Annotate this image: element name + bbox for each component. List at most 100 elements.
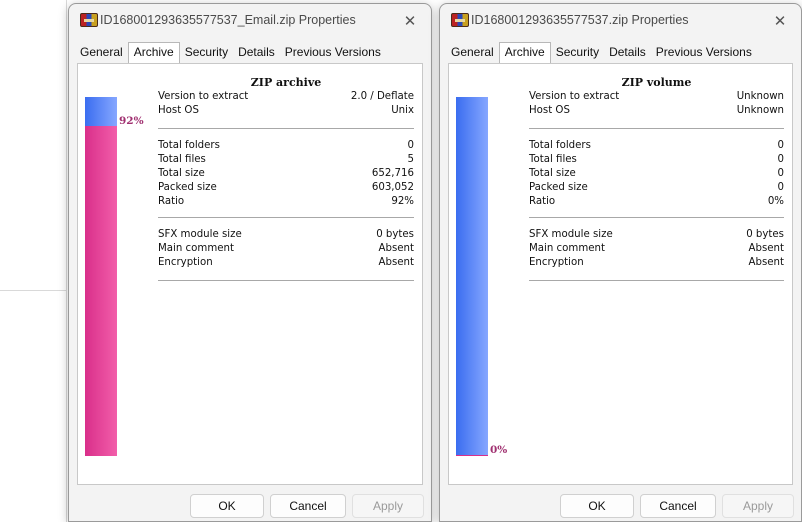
- row-value: Absent: [748, 257, 784, 268]
- row-value: 0%: [767, 196, 784, 207]
- info-row: SFX module size 0 bytes: [529, 228, 784, 242]
- info-row: SFX module size 0 bytes: [158, 228, 414, 242]
- row-value: 652,716: [371, 168, 414, 179]
- row-value: 0 bytes: [376, 229, 414, 240]
- desktop: { "dialogs": [ { "title": "ID16800129363…: [0, 0, 802, 522]
- row-label: Ratio: [158, 196, 185, 207]
- row-label: Total files: [158, 154, 206, 165]
- info-row: Packed size 603,052: [158, 181, 414, 195]
- tab-details[interactable]: Details: [604, 43, 651, 62]
- row-label: Host OS: [529, 105, 570, 116]
- row-value: 2.0 / Deflate: [350, 91, 414, 102]
- title-bar[interactable]: ID168001293635577537.zip Properties ✕: [440, 4, 801, 38]
- window-title: ID168001293635577537_Email.zip Propertie…: [100, 13, 356, 27]
- row-value: 0 bytes: [746, 229, 784, 240]
- title-bar[interactable]: ID168001293635577537_Email.zip Propertie…: [69, 4, 431, 38]
- tab-strip: General Archive Security Details Previou…: [75, 42, 425, 63]
- section-title: ZIP archive: [250, 76, 322, 89]
- separator: [158, 217, 414, 218]
- row-value: 603,052: [371, 182, 414, 193]
- cancel-button[interactable]: Cancel: [640, 494, 716, 518]
- archive-panel: 92% ZIP archive Version to extract 2.0 / …: [77, 63, 423, 485]
- row-label: Total size: [529, 168, 576, 179]
- info-row: Ratio 0%: [529, 195, 784, 209]
- row-label: Total folders: [529, 140, 591, 151]
- row-label: Packed size: [158, 182, 217, 193]
- tab-previous-versions[interactable]: Previous Versions: [280, 43, 386, 62]
- tab-previous-versions[interactable]: Previous Versions: [651, 43, 757, 62]
- row-label: Host OS: [158, 105, 199, 116]
- row-value: 5: [407, 154, 414, 165]
- tab-security[interactable]: Security: [551, 43, 604, 62]
- ratio-percent-label: 92%: [119, 115, 144, 127]
- row-value: 0: [777, 168, 784, 179]
- ratio-percent-label: 0%: [490, 444, 508, 456]
- separator: [529, 217, 784, 218]
- row-label: Version to extract: [529, 91, 620, 102]
- tab-archive[interactable]: Archive: [127, 42, 180, 63]
- row-value: Unknown: [736, 91, 784, 102]
- background-divider: [66, 0, 67, 522]
- info-row: Encryption Absent: [158, 256, 414, 270]
- apply-button[interactable]: Apply: [722, 494, 794, 518]
- row-label: Total size: [158, 168, 205, 179]
- tab-strip: General Archive Security Details Previou…: [446, 42, 795, 63]
- section-title: ZIP volume: [621, 76, 692, 89]
- separator: [529, 280, 784, 281]
- row-label: Packed size: [529, 182, 588, 193]
- separator: [529, 128, 784, 129]
- row-value: Unknown: [736, 105, 784, 116]
- compression-ratio-bar: [85, 97, 117, 456]
- row-value: 0: [777, 154, 784, 165]
- tab-general[interactable]: General: [75, 43, 128, 62]
- row-label: Encryption: [158, 257, 213, 268]
- info-row: Version to extract Unknown: [529, 90, 784, 104]
- packed-segment: [85, 126, 117, 456]
- ok-button[interactable]: OK: [190, 494, 264, 518]
- row-label: Total files: [529, 154, 577, 165]
- row-label: Main comment: [158, 243, 234, 254]
- info-group-sizes: Total folders 0 Total files 0 Total size 0 …: [529, 139, 784, 209]
- winrar-icon: [451, 13, 469, 27]
- apply-button[interactable]: Apply: [352, 494, 424, 518]
- zip-properties-dialog-email: ID168001293635577537_Email.zip Propertie…: [68, 3, 432, 522]
- tab-archive[interactable]: Archive: [498, 42, 551, 63]
- row-value: Unix: [391, 105, 414, 116]
- row-label: Encryption: [529, 257, 584, 268]
- compression-ratio-bar: [456, 97, 488, 456]
- packed-segment-line: [456, 455, 488, 456]
- info-row: Packed size 0: [529, 181, 784, 195]
- info-row: Total files 0: [529, 153, 784, 167]
- info-group-version: Version to extract Unknown Host OS Unknown: [529, 90, 784, 118]
- ok-button[interactable]: OK: [560, 494, 634, 518]
- row-label: Total folders: [158, 140, 220, 151]
- window-title: ID168001293635577537.zip Properties: [471, 13, 689, 27]
- info-row: Total folders 0: [529, 139, 784, 153]
- info-group-sizes: Total folders 0 Total files 5 Total size 65…: [158, 139, 414, 209]
- zip-properties-dialog-volume: ID168001293635577537.zip Properties ✕ Ge…: [439, 3, 802, 522]
- row-value: Absent: [378, 243, 414, 254]
- info-group-misc: SFX module size 0 bytes Main comment Absen…: [158, 228, 414, 270]
- row-label: Ratio: [529, 196, 556, 207]
- close-button[interactable]: ✕: [769, 10, 791, 32]
- row-label: SFX module size: [158, 229, 242, 240]
- row-value: 0: [777, 182, 784, 193]
- info-row: Encryption Absent: [529, 256, 784, 270]
- tab-details[interactable]: Details: [233, 43, 280, 62]
- separator: [158, 128, 414, 129]
- info-row: Total files 5: [158, 153, 414, 167]
- cancel-button[interactable]: Cancel: [270, 494, 346, 518]
- separator: [158, 280, 414, 281]
- info-row: Total size 0: [529, 167, 784, 181]
- close-button[interactable]: ✕: [399, 10, 421, 32]
- row-value: Absent: [378, 257, 414, 268]
- info-row: Ratio 92%: [158, 195, 414, 209]
- row-value: 0: [777, 140, 784, 151]
- tab-general[interactable]: General: [446, 43, 499, 62]
- info-row: Total size 652,716: [158, 167, 414, 181]
- row-value: Absent: [748, 243, 784, 254]
- unpacked-segment: [456, 97, 488, 456]
- row-value: 92%: [391, 196, 414, 207]
- info-row: Main comment Absent: [529, 242, 784, 256]
- tab-security[interactable]: Security: [180, 43, 233, 62]
